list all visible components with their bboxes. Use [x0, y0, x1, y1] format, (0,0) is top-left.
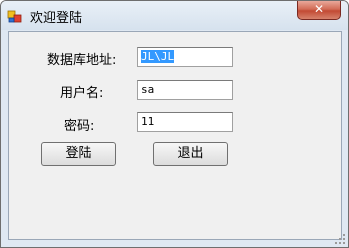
password-label: 密码: — [64, 119, 95, 134]
database-address-input[interactable]: JL\JL — [137, 47, 233, 67]
app-icon — [7, 10, 22, 23]
username-input[interactable]: sa — [137, 80, 233, 100]
login-button[interactable]: 登陆 — [41, 142, 116, 166]
database-address-value: JL\JL — [141, 50, 175, 63]
close-icon: ✕ — [313, 2, 325, 16]
exit-button[interactable]: 退出 — [153, 142, 228, 166]
resize-grip-icon[interactable] — [334, 233, 346, 245]
login-window: 欢迎登陆 ✕ 数据库地址: JL\JL 用户名: sa 密码: 11 登陆 退出 — [0, 0, 349, 248]
username-label: 用户名: — [60, 86, 104, 101]
database-address-label: 数据库地址: — [47, 53, 117, 68]
password-value: 11 — [141, 115, 155, 128]
form-panel: 数据库地址: JL\JL 用户名: sa 密码: 11 登陆 退出 — [8, 31, 342, 240]
close-button[interactable]: ✕ — [297, 1, 341, 20]
password-input[interactable]: 11 — [137, 112, 233, 132]
username-value: sa — [141, 83, 155, 96]
window-title: 欢迎登陆 — [30, 11, 83, 26]
title-bar[interactable]: 欢迎登陆 ✕ — [1, 1, 348, 30]
